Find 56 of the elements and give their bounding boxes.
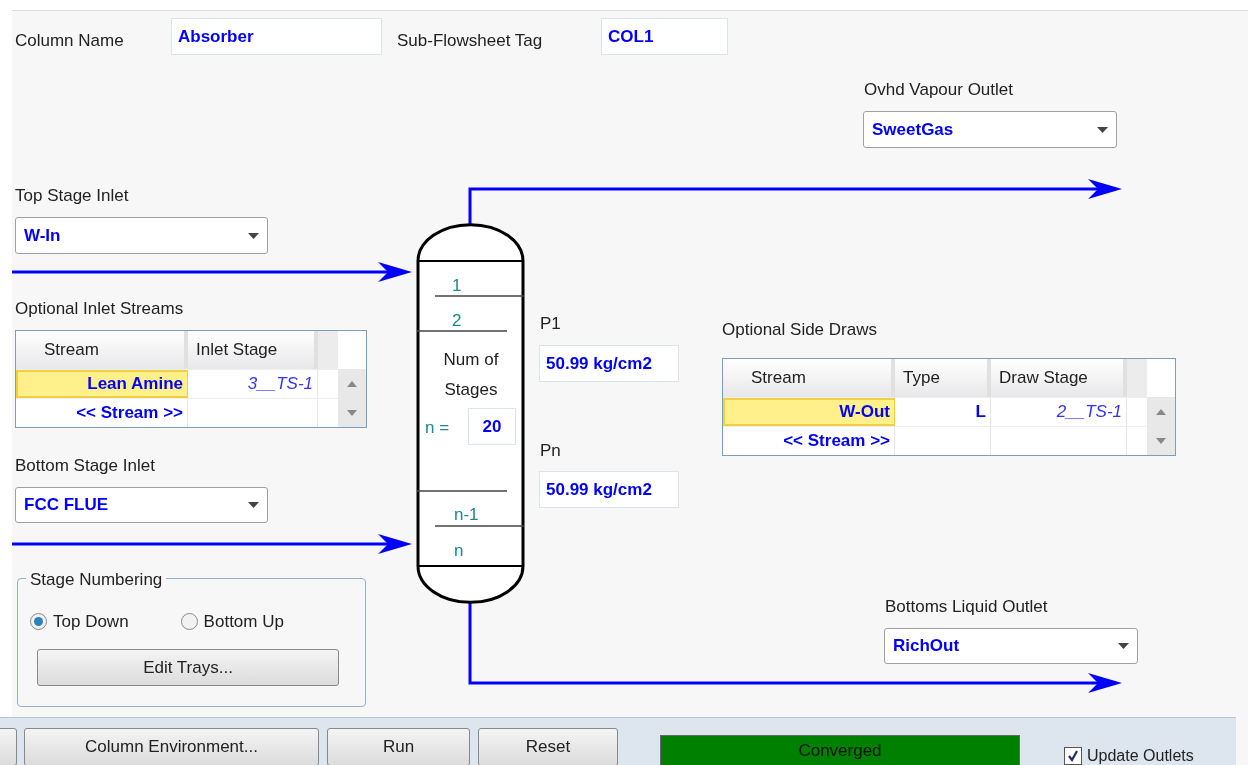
table-cell[interactable]: L	[895, 398, 991, 426]
scroll-up-icon	[347, 380, 357, 387]
stream-dropdown[interactable]: FCC FLUE	[15, 487, 268, 523]
field-label: Top Stage Inlet	[15, 185, 129, 207]
field-label: Bottom Stage Inlet	[15, 455, 155, 477]
num-stages-label: Num of Stages	[442, 349, 500, 401]
input-field[interactable]: 50.99 kg/cm2	[539, 345, 679, 382]
field-label: Ovhd Vapour Outlet	[864, 79, 1013, 101]
column-header: Type	[895, 359, 991, 397]
field-label: Column Name	[15, 30, 124, 52]
stage-number: 1	[452, 275, 462, 297]
field-label: P1	[540, 313, 561, 335]
table-cell[interactable]: W-Out	[723, 398, 895, 426]
scroll-down-icon	[347, 409, 357, 416]
stream-dropdown[interactable]: RichOut	[884, 628, 1138, 664]
table-cell[interactable]: 3__TS-1	[188, 370, 318, 398]
caret-icon	[248, 232, 259, 239]
table-cell[interactable]: Lean Amine	[16, 370, 188, 398]
input-field[interactable]: 20	[468, 408, 516, 445]
field-label: Bottoms Liquid Outlet	[885, 596, 1048, 618]
check-icon	[1067, 750, 1079, 762]
field-label: Pn	[540, 440, 561, 462]
caret-icon	[248, 502, 259, 508]
radio-option[interactable]: Top Down	[30, 609, 129, 635]
input-field[interactable]: COL1	[601, 18, 728, 55]
update-outlets-checkbox[interactable]: Update Outlets	[1064, 744, 1194, 765]
toolbar-button[interactable]: Run	[327, 728, 470, 765]
scrollbar[interactable]	[338, 369, 366, 427]
table-cell[interactable]: << Stream >>	[723, 427, 895, 455]
toolbar-button[interactable]: Column Environment...	[24, 728, 319, 765]
stage-number: n	[454, 540, 464, 562]
stage-number: n-1	[454, 504, 479, 526]
scroll-up-icon	[1156, 408, 1166, 415]
table-cell[interactable]: << Stream >>	[16, 399, 188, 427]
n-label: n =	[425, 417, 450, 439]
status-bar: Converged	[660, 735, 1020, 765]
scrollbar[interactable]	[1147, 397, 1175, 455]
stream-dropdown[interactable]: W-In	[15, 217, 268, 254]
table-cell[interactable]: 2__TS-1	[991, 398, 1127, 426]
checkbox[interactable]	[1064, 747, 1082, 765]
radio-button[interactable]	[180, 613, 198, 631]
partial-button[interactable]	[0, 728, 17, 765]
caret-icon	[1097, 126, 1108, 133]
radio-option[interactable]: Bottom Up	[180, 609, 284, 635]
stream-dropdown[interactable]: SweetGas	[863, 111, 1117, 148]
caret-icon	[1118, 643, 1129, 649]
edit-trays-button[interactable]: Edit Trays...	[37, 649, 339, 686]
field-label: Optional Side Draws	[722, 319, 877, 341]
scroll-down-icon	[1156, 437, 1166, 444]
stage-number: 2	[452, 310, 462, 332]
field-label: Optional Inlet Streams	[15, 298, 184, 320]
radio-button[interactable]	[30, 613, 47, 631]
field-label: Sub-Flowsheet Tag	[397, 30, 543, 52]
toolbar-button[interactable]: Reset	[478, 728, 618, 765]
input-field[interactable]: Absorber	[171, 18, 382, 55]
input-field[interactable]: 50.99 kg/cm2	[539, 471, 679, 508]
